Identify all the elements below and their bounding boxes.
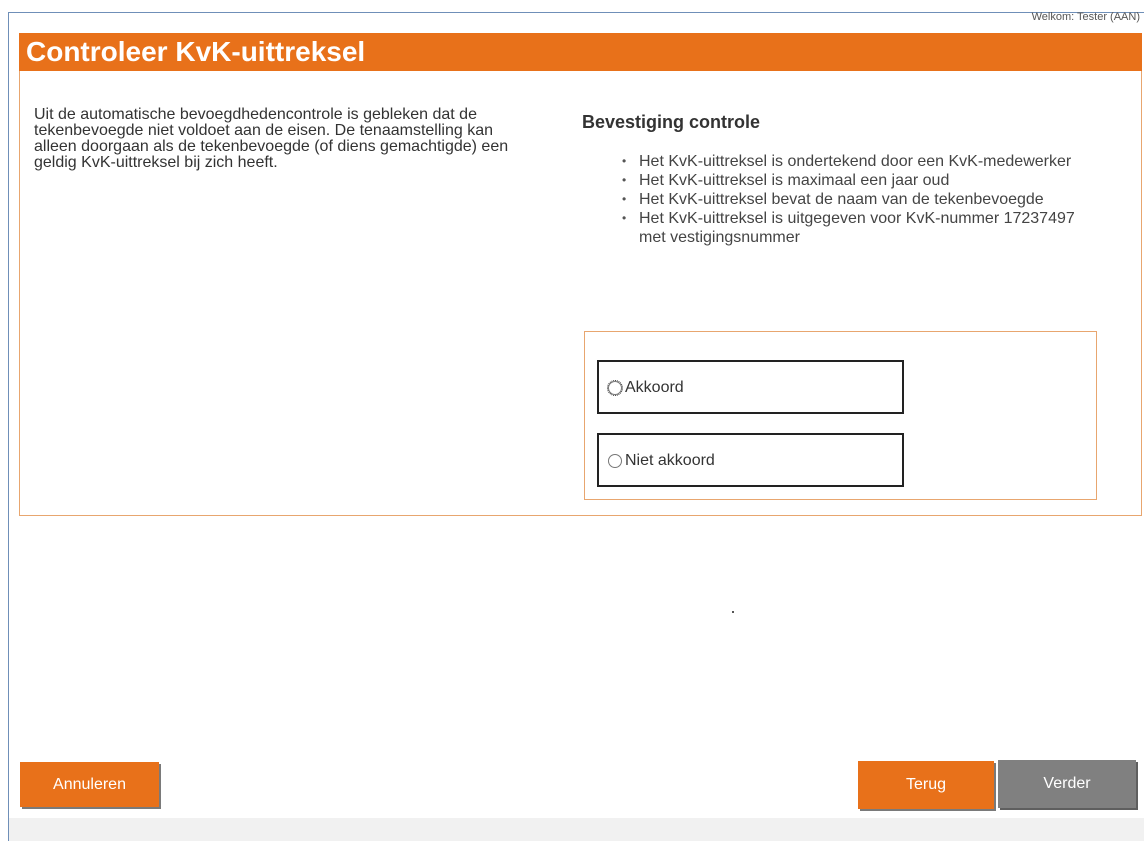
next-button[interactable]: Verder xyxy=(998,760,1136,808)
option-akkoord[interactable]: Akkoord xyxy=(597,360,904,414)
welcome-text: Welkom: Tester (AAN) xyxy=(1031,11,1140,23)
stray-dot xyxy=(732,611,734,613)
page-title: Controleer KvK-uittreksel xyxy=(26,36,366,67)
checklist-item: Het KvK-uittreksel is ondertekend door e… xyxy=(622,152,1097,171)
checklist-item: Het KvK-uittreksel bevat de naam van de … xyxy=(622,190,1097,209)
option-niet-akkoord-label: Niet akkoord xyxy=(625,452,715,469)
bottom-strip xyxy=(9,818,1144,841)
window-frame-top xyxy=(8,12,1144,13)
intro-text: Uit de automatische bevoegdhedencontrole… xyxy=(34,106,509,171)
window-frame-left xyxy=(8,12,9,841)
checklist-item: Het KvK-uittreksel is uitgegeven voor Kv… xyxy=(622,209,1097,247)
option-akkoord-label: Akkoord xyxy=(625,379,684,396)
title-bar: Controleer KvK-uittreksel xyxy=(19,33,1142,71)
main-panel: Uit de automatische bevoegdhedencontrole… xyxy=(19,71,1142,516)
option-niet-akkoord[interactable]: Niet akkoord xyxy=(597,433,904,487)
checklist-item: Het KvK-uittreksel is maximaal een jaar … xyxy=(622,171,1097,190)
confirmation-title: Bevestiging controle xyxy=(582,112,761,132)
choice-group: Akkoord Niet akkoord xyxy=(584,331,1097,500)
radio-niet-akkoord[interactable] xyxy=(608,454,622,468)
back-button[interactable]: Terug xyxy=(858,761,994,809)
radio-akkoord[interactable] xyxy=(607,380,623,396)
confirmation-checklist: Het KvK-uittreksel is ondertekend door e… xyxy=(622,152,1097,247)
cancel-button[interactable]: Annuleren xyxy=(20,762,159,807)
